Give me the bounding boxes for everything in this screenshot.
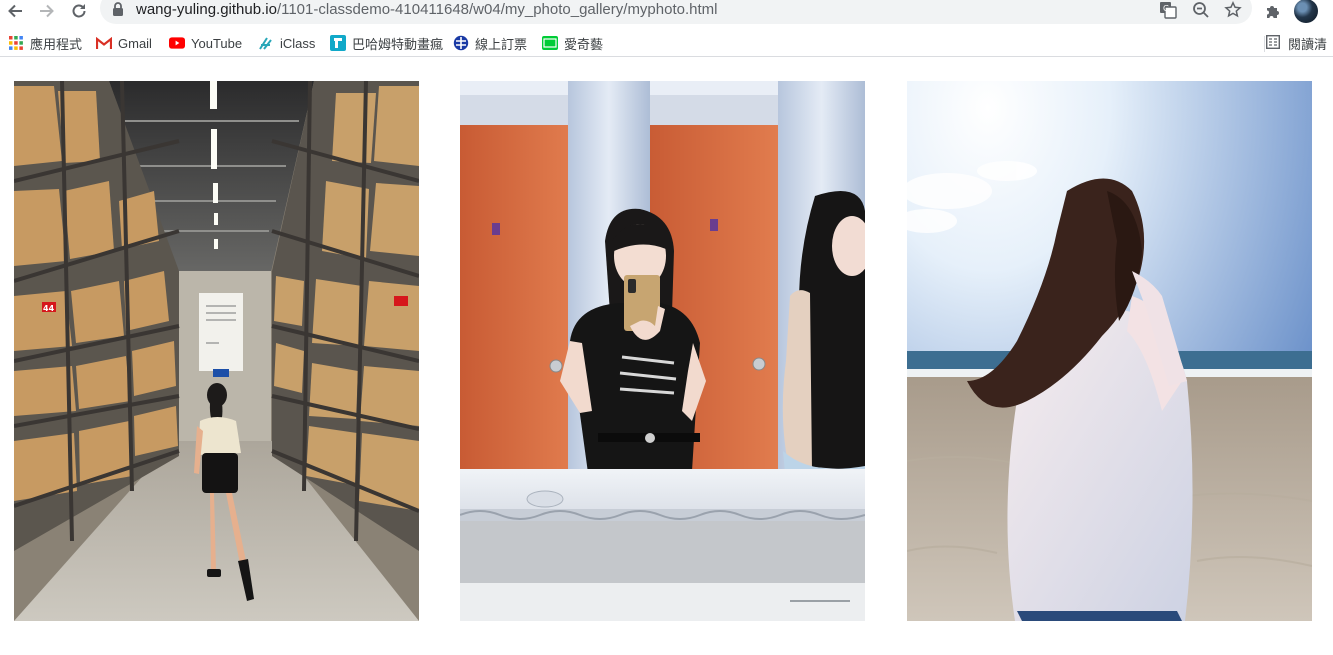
rail-ticket-icon — [453, 35, 469, 51]
bahamut-icon — [330, 35, 346, 51]
back-arrow-icon — [8, 4, 22, 18]
bookmarks-bar: 應用程式 Gmail YouTube iClass 巴哈姆特動畫瘋 線上訂票 愛… — [0, 30, 1333, 57]
bookmark-youtube[interactable]: YouTube — [169, 33, 242, 53]
bookmark-label: 線上訂票 — [475, 36, 528, 52]
translate-icon[interactable]: G — [1159, 1, 1177, 19]
bookmark-bahamut[interactable]: 巴哈姆特動畫瘋 — [330, 33, 443, 53]
url-path: /1101-classdemo-410411648/w04/my_photo_g… — [276, 1, 718, 18]
bookmark-rail-ticket[interactable]: 線上訂票 — [453, 33, 527, 53]
bookmark-gmail[interactable]: Gmail — [96, 33, 152, 53]
gmail-icon — [96, 35, 112, 51]
bookmarks-separator — [1264, 36, 1265, 52]
bookmark-label: iClass — [280, 35, 316, 51]
beach-photo-image — [907, 81, 1312, 621]
mirror-selfie-photo-image — [460, 81, 865, 621]
reading-list-icon — [1265, 34, 1281, 52]
bookmark-label: Gmail — [118, 35, 152, 51]
iclass-icon — [258, 35, 274, 51]
apps-grid-icon — [8, 35, 24, 51]
gallery-photo-mirror-selfie[interactable] — [460, 81, 865, 621]
back-button[interactable] — [3, 0, 27, 22]
forward-arrow-icon — [40, 4, 54, 18]
youtube-icon — [169, 35, 185, 51]
reload-icon — [72, 4, 86, 18]
bookmark-iqiyi[interactable]: 愛奇藝 — [542, 33, 603, 53]
gallery-photo-warehouse[interactable]: 44 — [14, 81, 419, 621]
bookmark-iclass[interactable]: iClass — [258, 33, 315, 53]
svg-text:G: G — [1163, 4, 1169, 13]
bookmark-label: 巴哈姆特動畫瘋 — [352, 36, 444, 52]
reading-list-button[interactable]: 閱讀清 — [1265, 33, 1328, 53]
browser-toolbar: wang-yuling.github.io/1101-classdemo-410… — [0, 0, 1333, 24]
gallery-photo-beach[interactable] — [907, 81, 1312, 621]
reading-list-label: 閱讀清 — [1288, 36, 1328, 52]
forward-button[interactable] — [35, 0, 59, 22]
lock-icon — [113, 2, 123, 16]
extensions-icon[interactable] — [1262, 1, 1284, 23]
bookmark-star-icon[interactable] — [1224, 1, 1242, 19]
profile-avatar[interactable] — [1294, 0, 1318, 23]
url-text[interactable]: wang-yuling.github.io/1101-classdemo-410… — [136, 1, 717, 18]
zoom-icon[interactable] — [1192, 1, 1210, 19]
bookmark-label: YouTube — [191, 35, 243, 51]
bookmark-label: 應用程式 — [30, 36, 83, 52]
bookmark-label: 愛奇藝 — [564, 36, 604, 52]
address-bar[interactable]: wang-yuling.github.io/1101-classdemo-410… — [100, 0, 1252, 24]
url-host: wang-yuling.github.io — [136, 1, 277, 18]
reload-button[interactable] — [67, 0, 91, 22]
warehouse-sign-number: 44 — [43, 304, 55, 313]
warehouse-photo-image: 44 — [14, 81, 419, 621]
bookmark-apps[interactable]: 應用程式 — [8, 33, 82, 53]
iqiyi-icon — [542, 35, 558, 51]
